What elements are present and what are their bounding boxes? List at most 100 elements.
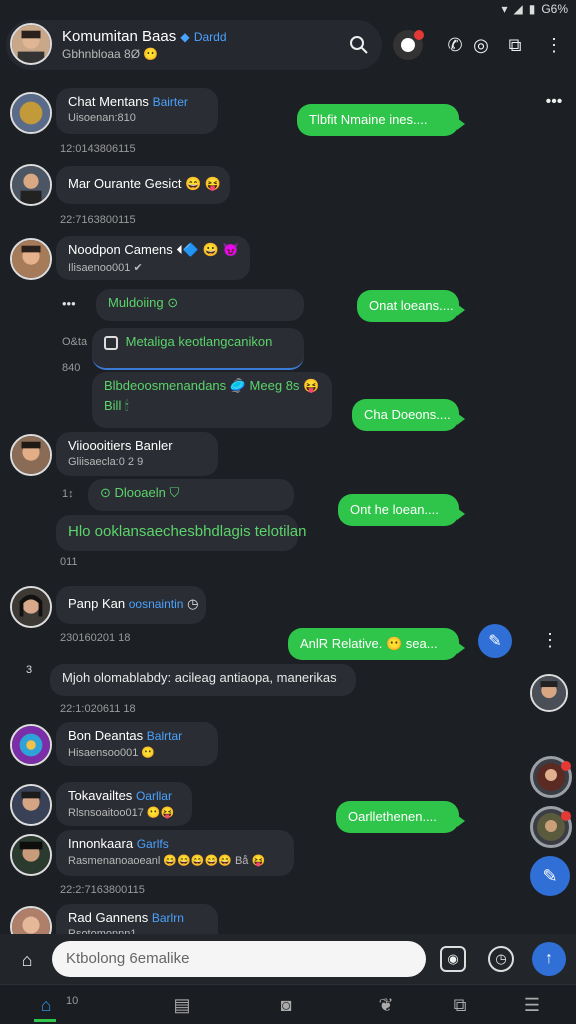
compose-button[interactable]: ✎: [530, 856, 570, 896]
nav-badge: 10: [66, 995, 79, 1007]
reply-pill[interactable]: ⊙ Dlooaeln ⛉: [88, 479, 294, 511]
stack-tab-icon[interactable]: ☰: [512, 991, 552, 1019]
avatar[interactable]: [10, 586, 52, 628]
sender-status: Gliisaecla:0 2 9: [68, 456, 144, 468]
chat-title: Komumitan Baas ◆ Dardd: [62, 28, 227, 45]
message-text: Hlo ooklansaechesbhdlagis telotilan: [68, 523, 307, 540]
link-icon: [104, 335, 118, 350]
floating-avatar[interactable]: [530, 674, 568, 712]
battery-level: G6%: [541, 2, 568, 16]
link-text: Metaliga keotlangcanikon: [125, 334, 273, 349]
news-tab-icon[interactable]: ▤: [162, 991, 202, 1019]
outgoing-message[interactable]: Ont he loean....: [338, 494, 465, 526]
notification-badge: [414, 30, 424, 40]
notification-badge: [561, 761, 571, 771]
sender-badge: Balrtar: [146, 729, 183, 743]
sender-name: Bon Deantas: [68, 728, 144, 743]
sender-name: Mar Ourante Gesict 😄 😝: [68, 176, 222, 191]
outgoing-message[interactable]: Oarllethenen....: [336, 801, 465, 833]
message-text: Mjoh olomablabdy: acileag antiaopa, mane…: [62, 670, 337, 685]
bell-icon: [401, 38, 415, 52]
message-card[interactable]: Noodpon Camens ⏴🔷 😀 😈 Ilisaenoo001 ✔: [56, 236, 250, 280]
sender-name: Panp Kan: [68, 596, 126, 611]
sender-status: Uisoenan:810: [68, 112, 136, 124]
message-bubble[interactable]: Hlo ooklansaechesbhdlagis telotilan: [56, 515, 307, 551]
floating-avatar[interactable]: [530, 756, 572, 798]
more-icon[interactable]: •••: [544, 92, 564, 112]
avatar[interactable]: [10, 784, 52, 826]
message-input[interactable]: Ktbolong 6emalike: [52, 941, 426, 977]
notification-button[interactable]: [393, 30, 424, 60]
timestamp: 011: [60, 556, 78, 568]
battery-icon: ▮: [528, 2, 536, 16]
more-options-icon[interactable]: ⋮: [540, 630, 560, 650]
sender-name: Chat Mentans: [68, 94, 149, 109]
sender-status: Hisaensoo001 😶: [68, 747, 156, 759]
message-card[interactable]: Chat Mentans Bairter Uisoenan:810: [56, 88, 218, 134]
message-text: Bill 🕯: [104, 398, 129, 413]
more-options-icon[interactable]: ⋮: [544, 34, 564, 56]
avatar[interactable]: [10, 238, 52, 280]
send-button[interactable]: ↑: [532, 942, 566, 976]
clock-icon[interactable]: ◷: [488, 946, 514, 972]
reply-text: Muldoiing: [108, 295, 164, 310]
chat-tab-icon[interactable]: ◙: [266, 991, 306, 1019]
timestamp: 840: [62, 362, 81, 374]
outgoing-message[interactable]: Tlbfit Nmaine ines....: [297, 104, 465, 136]
search-icon[interactable]: [346, 33, 372, 57]
timestamp: 22:1:020611 18: [60, 703, 136, 715]
home-tab-icon[interactable]: ⌂: [26, 991, 66, 1019]
more-icon[interactable]: •••: [62, 296, 76, 311]
message-card[interactable]: Mar Ourante Gesict 😄 😝: [56, 166, 230, 204]
floating-avatar[interactable]: [530, 806, 572, 848]
sender-name: Noodpon Camens ⏴🔷 😀 😈: [68, 242, 239, 257]
avatar[interactable]: [10, 92, 52, 134]
link-preview[interactable]: Metaliga keotlangcanikon: [92, 328, 304, 370]
home-icon[interactable]: ⌂: [14, 948, 40, 972]
message-card[interactable]: Tokavailtes Oarllar Rlsnsoaitoo017 😶😝: [56, 782, 192, 826]
group-avatar[interactable]: [10, 23, 52, 65]
sender-status: Rlsnsoaitoo017 😶😝: [68, 807, 175, 819]
avatar[interactable]: [10, 724, 52, 766]
reply-pill[interactable]: Muldoiing ⊙: [96, 289, 304, 321]
sender-badge: oosnaintin: [128, 597, 184, 611]
chat-screen: ▾ ◢ ▮ G6% Komumitan Baas ◆ Dardd Gbhnblo…: [0, 0, 576, 1024]
video-icon[interactable]: ⧉: [503, 34, 527, 56]
avatar[interactable]: [10, 164, 52, 206]
timestamp: O&ta: [62, 336, 88, 348]
sticker-icon[interactable]: ◎: [470, 34, 492, 56]
wifi-icon: ▾: [501, 2, 508, 16]
outgoing-message[interactable]: AnlR Relative. 😶 sea...: [288, 628, 465, 660]
chat-header[interactable]: Komumitan Baas ◆ Dardd Gbhnbloaa 8Ø 😶: [6, 20, 382, 70]
verified-icon: ◆: [180, 30, 190, 44]
feather-tab-icon[interactable]: ❦: [366, 991, 406, 1019]
active-tab-indicator: [34, 1019, 56, 1022]
message-text: Blbdeoosmenandans 🥏 Meeg 8s 😝: [104, 378, 320, 393]
avatar[interactable]: [10, 434, 52, 476]
clock-icon: ◷: [187, 596, 199, 611]
sender-badge: Bairter: [152, 95, 188, 109]
outgoing-message[interactable]: Cha Doeons....: [352, 399, 465, 431]
check-icon: ⊙: [167, 295, 179, 310]
sender-name: Rad Gannens: [68, 910, 149, 925]
timestamp: 22:2:7163800115: [60, 884, 145, 896]
message-card[interactable]: Viioooitiers Banler Gliisaecla:0 2 9: [56, 432, 218, 476]
message-card[interactable]: Panp Kan oosnaintin ◷: [56, 586, 206, 624]
message-card[interactable]: Bon Deantas Balrtar Hisaensoo001 😶: [56, 722, 218, 766]
status-icon: ⊙: [100, 485, 111, 500]
timestamp: 22:7163800115: [60, 214, 136, 226]
phone-icon[interactable]: ✆: [444, 34, 466, 56]
camera-icon[interactable]: ◉: [440, 946, 466, 972]
timestamp: 1↕: [62, 488, 74, 500]
message-bubble[interactable]: Blbdeoosmenandans 🥏 Meeg 8s 😝 Bill 🕯: [92, 372, 332, 428]
counter: 3: [26, 664, 33, 676]
notification-badge: [561, 811, 571, 821]
avatar[interactable]: [10, 834, 52, 876]
outgoing-message[interactable]: Onat loeans....: [357, 290, 465, 322]
sender-name: Tokavailtes: [68, 788, 133, 803]
message-bubble[interactable]: Mjoh olomablabdy: acileag antiaopa, mane…: [50, 664, 356, 696]
message-card[interactable]: Innonkaara Garlfs Rasmenanoaoeanl 😄😄😄😄😄 …: [56, 830, 294, 876]
gallery-tab-icon[interactable]: ⧉: [440, 991, 480, 1019]
status-bar: ▾ ◢ ▮ G6%: [0, 0, 576, 18]
edit-photo-button[interactable]: ✎: [478, 624, 512, 658]
